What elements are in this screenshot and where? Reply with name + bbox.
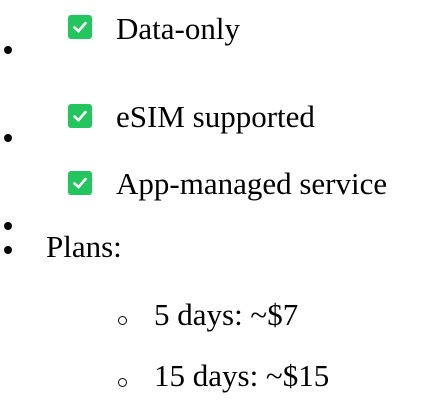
plan-label: 5 days: ~$7 [154,297,299,332]
plans-heading: Plans: [46,229,122,264]
feature-label: App-managed service [116,166,388,201]
check-mark-button-icon [68,15,92,39]
bullet-disc [4,134,12,142]
bullet-disc [4,222,12,230]
check-mark-button-icon [68,171,92,195]
bullet-disc [4,46,12,54]
feature-label: Data-only [116,11,240,46]
feature-label: eSIM supported [116,99,315,134]
bullet-circle [118,378,127,387]
bullet-circle [118,316,127,325]
plan-label: 15 days: ~$15 [154,358,330,393]
check-mark-button-icon [68,104,92,128]
bullet-disc [4,246,12,254]
